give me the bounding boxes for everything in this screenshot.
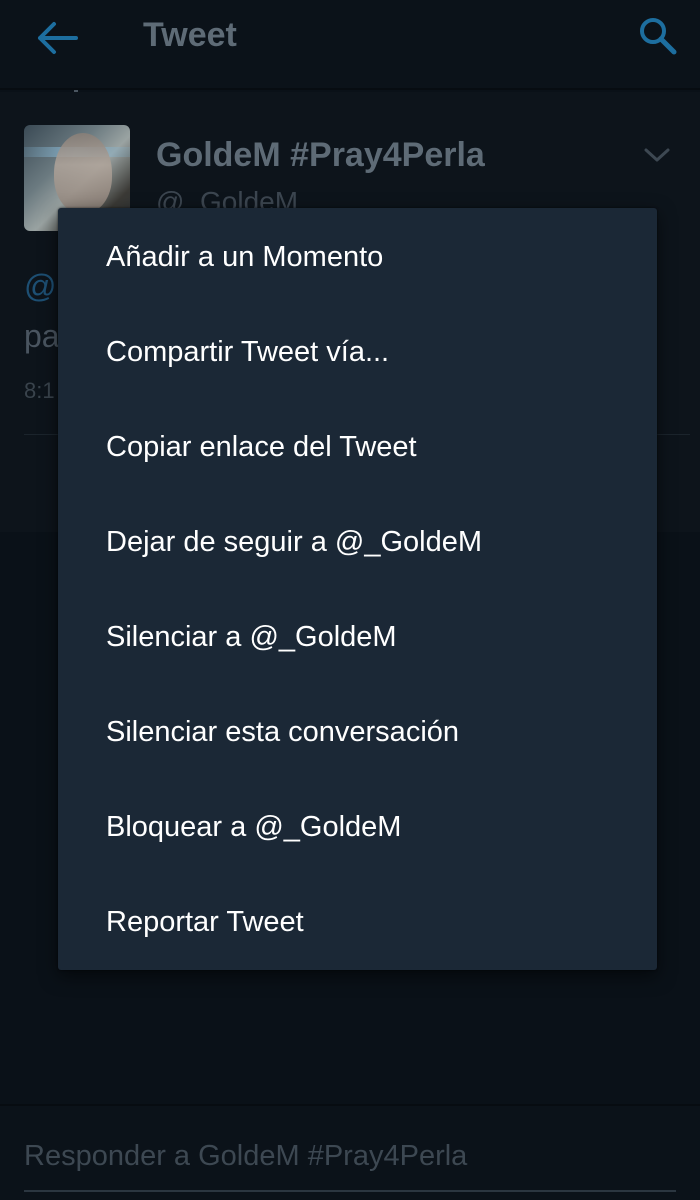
- back-button[interactable]: [36, 18, 80, 58]
- tweet-menu-button[interactable]: [640, 142, 674, 168]
- avatar-face-decoration: [54, 133, 112, 213]
- search-icon: [640, 18, 677, 55]
- menu-item-mute-conversation[interactable]: Silenciar esta conversación: [58, 685, 657, 780]
- author-display-name[interactable]: GoldeM #Pray4Perla: [156, 136, 485, 175]
- menu-item-add-to-moment[interactable]: Añadir a un Momento: [58, 210, 657, 305]
- reply-bar: [0, 1104, 700, 1200]
- tweet-timestamp: 8:1: [24, 378, 55, 403]
- search-button[interactable]: [636, 14, 680, 58]
- menu-item-unfollow[interactable]: Dejar de seguir a @_GoldeM: [58, 495, 657, 590]
- menu-item-report-tweet[interactable]: Reportar Tweet: [58, 875, 657, 970]
- arrow-left-icon: [38, 22, 78, 54]
- menu-item-block-user[interactable]: Bloquear a @_GoldeM: [58, 780, 657, 875]
- top-bar: Tweet: [0, 0, 700, 90]
- reply-input[interactable]: [24, 1136, 674, 1176]
- tweet-context-menu: Añadir a un Momento Compartir Tweet vía.…: [58, 208, 657, 970]
- chevron-down-icon: [644, 148, 670, 162]
- app-screen: Tweet GoldeM #Pray4Perla @_GoldeM @ pa 8…: [0, 0, 700, 1200]
- menu-item-copy-link[interactable]: Copiar enlace del Tweet: [58, 400, 657, 495]
- tweet-text: pa: [24, 318, 60, 354]
- menu-item-share-tweet-via[interactable]: Compartir Tweet vía...: [58, 305, 657, 400]
- page-title: Tweet: [143, 16, 237, 54]
- menu-item-mute-user[interactable]: Silenciar a @_GoldeM: [58, 590, 657, 685]
- reply-input-underline: [24, 1190, 676, 1192]
- tweet-mention[interactable]: @: [24, 268, 56, 305]
